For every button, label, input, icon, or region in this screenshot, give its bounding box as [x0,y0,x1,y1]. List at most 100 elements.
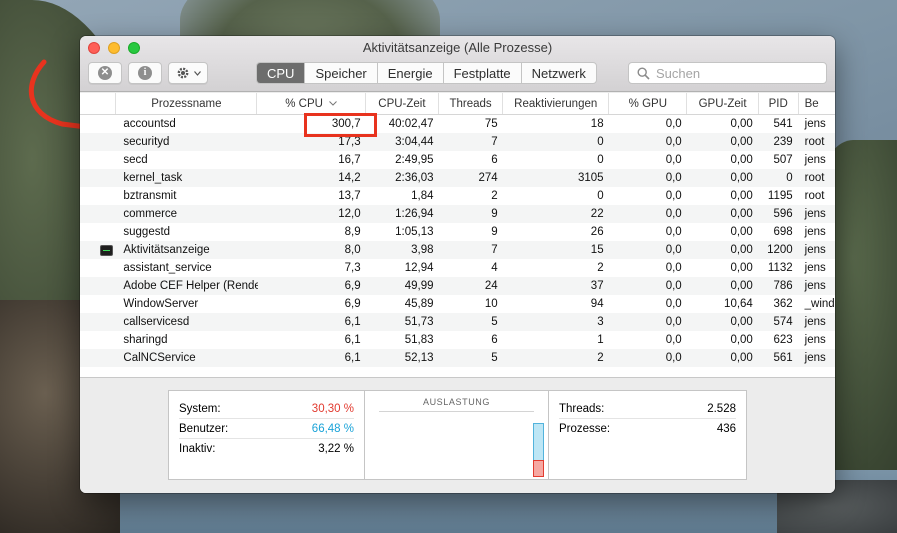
cpu-percent: 13,7 [338,190,361,202]
gpu-percent: 0,0 [665,118,682,130]
cpu-time: 51,73 [404,316,434,328]
system-value: 30,30 % [311,402,354,415]
gpu-time: 0,00 [730,244,753,256]
user-stat: Benutzer: 66,48 % [179,419,354,439]
process-icon-cell [80,259,117,277]
table-row[interactable]: kernel_task 14,2 2:36,03 274 3105 0,0 0,00 0 roo… [80,169,835,187]
user: jens [804,262,826,274]
cpu-time: 1:26,94 [395,208,434,220]
user: jens [804,334,826,346]
tab-festplatte[interactable]: Festplatte [444,63,522,83]
gpu-time: 0,00 [730,136,753,148]
cpu-percent: 16,7 [338,154,361,166]
wakeups-count: 2 [597,352,604,364]
column-header-user[interactable]: Be [799,93,835,114]
user: jens [804,118,826,130]
process-icon-cell [80,169,117,187]
column-header-gpu[interactable]: % GPU [609,93,688,114]
pid: 574 [773,316,793,328]
idle-stat: Inaktiv: 3,22 % [179,439,354,459]
gpu-time: 0,00 [730,154,753,166]
gpu-time: 10,64 [724,298,753,310]
wakeups-count: 22 [590,208,604,220]
table-row[interactable]: bztransmit 13,7 1,84 2 0 0,0 0,00 1195 root [80,187,835,205]
processes-label: Prozesse: [559,423,611,435]
threads-count: 9 [491,226,498,238]
gpu-percent: 0,0 [665,154,682,166]
table-row[interactable]: securityd 17,3 3:04,44 7 0 0,0 0,00 239 root [80,133,835,151]
search-field[interactable] [628,62,827,84]
process-name: commerce [123,208,178,220]
table-row[interactable]: Adobe CEF Helper (Render... 6,9 49,99 24 37 0… [80,277,835,295]
column-header-gpu-time[interactable]: GPU-Zeit [687,93,759,114]
process-name: bztransmit [123,190,177,202]
gpu-percent: 0,0 [665,226,682,238]
process-icon-cell [80,295,117,313]
column-icon-header [80,93,117,114]
pid: 541 [773,118,793,130]
toolbar: Aktivitätsanzeige (Alle Prozesse) ✕ i CP… [80,36,835,92]
user: _wind [804,298,835,310]
tab-cpu[interactable]: CPU [257,63,306,83]
threads-count: 9 [491,208,498,220]
actions-menu-button[interactable] [168,62,208,84]
threads-count: 5 [491,316,498,328]
gpu-percent: 0,0 [665,208,682,220]
table-row[interactable]: CalNCService 6,1 52,13 5 2 0,0 0,00 561 jens [80,349,835,367]
search-input[interactable] [656,65,816,81]
user: jens [804,352,826,364]
table-header: Prozessname % CPU CPU-Zeit Threads Reakt… [80,93,835,115]
pid: 786 [773,280,793,292]
gpu-percent: 0,0 [665,316,682,328]
column-header-cpu-time[interactable]: CPU-Zeit [366,93,439,114]
column-header-pid[interactable]: PID [759,93,799,114]
gpu-percent: 0,0 [665,136,682,148]
table-row[interactable]: WindowServer 6,9 45,89 10 94 0,0 10,64 362 _wind [80,295,835,313]
tab-energie[interactable]: Energie [378,63,444,83]
threads-count: 4 [491,262,498,274]
table-row[interactable]: accountsd 300,7 40:02,47 75 18 0,0 0,00 541 jens [80,115,835,133]
cpu-percent: 8,9 [344,226,361,238]
window-title: Aktivitätsanzeige (Alle Prozesse) [362,40,553,55]
gpu-percent: 0,0 [665,280,682,292]
cpu-time: 1:05,13 [395,226,434,238]
gpu-time: 0,00 [730,190,753,202]
process-name: WindowServer [123,298,199,310]
tab-netzwerk[interactable]: Netzwerk [522,63,596,83]
process-icon-cell [80,133,117,151]
column-header-threads[interactable]: Threads [439,93,504,114]
table-row[interactable]: suggestd 8,9 1:05,13 9 26 0,0 0,00 698 jens [80,223,835,241]
pid: 561 [773,352,793,364]
cpu-stats-box: System: 30,30 % Benutzer: 66,48 % Inakti… [168,390,747,480]
table-row[interactable]: assistant_service 7,3 12,94 4 2 0,0 0,00 1132 je… [80,259,835,277]
table-row[interactable]: secd 16,7 2:49,95 6 0 0,0 0,00 507 jens [80,151,835,169]
column-header-cpu-label: % CPU [285,97,323,110]
cpu-percent: 300,7 [331,118,361,130]
table-row[interactable]: Aktivitätsanzeige 8,0 3,98 7 15 0,0 0,00 1200 je… [80,241,835,259]
process-icon-cell [80,223,117,241]
user: jens [804,316,826,328]
cpu-time: 2:49,95 [395,154,434,166]
quit-process-button[interactable]: ✕ [88,62,122,84]
table-row[interactable]: sharingd 6,1 51,83 6 1 0,0 0,00 623 jens [80,331,835,349]
column-header-wakeups[interactable]: Reaktivierungen [503,93,610,114]
user-value: 66,48 % [311,422,354,435]
process-icon-cell [80,151,117,169]
system-label: System: [179,402,221,415]
cpu-time: 12,94 [404,262,434,274]
inspect-process-button[interactable]: i [128,62,162,84]
cpu-percent: 7,3 [344,262,361,274]
threads-count: 75 [484,118,498,130]
user-label: Benutzer: [179,422,229,435]
activity-monitor-app-icon [100,244,113,256]
table-row[interactable]: commerce 12,0 1:26,94 9 22 0,0 0,00 596 jens [80,205,835,223]
cpu-percent: 17,3 [338,136,361,148]
column-header-process-name[interactable]: Prozessname [116,93,258,114]
process-icon-cell [80,313,117,331]
table-row[interactable]: callservicesd 6,1 51,73 5 3 0,0 0,00 574 jens [80,313,835,331]
summary-panel: System: 30,30 % Benutzer: 66,48 % Inakti… [80,377,835,493]
cpu-time: 45,89 [404,298,434,310]
threads-label: Threads: [559,402,605,415]
tab-speicher[interactable]: Speicher [305,63,378,83]
column-header-cpu[interactable]: % CPU [257,93,366,114]
